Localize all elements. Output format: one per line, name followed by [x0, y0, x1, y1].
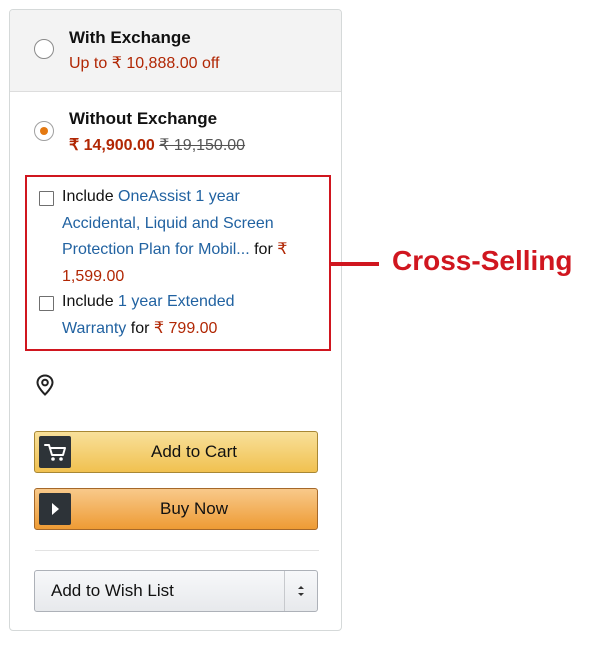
oneassist-link-line2[interactable]: Accidental, Liquid and Screen: [62, 215, 274, 232]
warranty-price: ₹ 799.00: [153, 319, 218, 337]
cross-sell-box: Include OneAssist 1 year Accidental, Liq…: [25, 175, 331, 351]
buy-now-label: Buy Now: [159, 499, 229, 518]
warranty-link-line1[interactable]: 1 year Extended: [118, 293, 235, 310]
with-exchange-discount: Up to ₹ 10,888.00 off: [69, 55, 220, 72]
without-exchange-title: Without Exchange: [69, 109, 218, 128]
add-to-cart-label: Add to Cart: [151, 442, 237, 461]
oneassist-offer: Include OneAssist 1 year Accidental, Liq…: [62, 184, 322, 290]
play-icon: [39, 493, 71, 525]
current-price: ₹ 14,900.00: [69, 137, 155, 154]
cross-selling-annotation: Cross-Selling: [392, 245, 573, 276]
add-to-wish-list-button[interactable]: Add to Wish List: [34, 570, 318, 612]
up-down-arrow-icon: [298, 586, 304, 596]
for-label: for: [254, 241, 273, 258]
wish-list-label: Add to Wish List: [51, 581, 174, 600]
without-exchange-radio[interactable]: [34, 121, 54, 141]
divider: [35, 550, 319, 551]
include-label: Include: [62, 188, 114, 205]
oneassist-link-line3[interactable]: Protection Plan for Mobil...: [62, 241, 250, 258]
cart-icon: [39, 436, 71, 468]
for-label: for: [130, 319, 150, 337]
oneassist-currency: ₹: [277, 241, 288, 258]
oneassist-checkbox[interactable]: [39, 191, 54, 206]
warranty-link-line2[interactable]: Warranty: [62, 320, 126, 337]
buy-now-button[interactable]: Buy Now: [34, 488, 318, 530]
original-price: ₹ 19,150.00: [159, 137, 246, 154]
oneassist-link-line1[interactable]: OneAssist 1 year: [118, 188, 240, 205]
warranty-checkbox[interactable]: [39, 296, 54, 311]
with-exchange-title: With Exchange: [69, 28, 191, 47]
include-label: Include: [62, 293, 114, 310]
oneassist-price: 1,599.00: [62, 267, 125, 285]
add-to-cart-button[interactable]: Add to Cart: [34, 431, 318, 473]
warranty-offer: Include 1 year Extended Warranty for ₹ 7…: [62, 289, 322, 342]
annotation-line: [331, 262, 379, 266]
with-exchange-radio[interactable]: [34, 39, 54, 59]
with-exchange-option[interactable]: With Exchange Up to ₹ 10,888.00 off: [10, 10, 341, 92]
wish-list-dropdown[interactable]: [285, 571, 317, 611]
price-row: ₹ 14,900.00 ₹ 19,150.00: [69, 135, 245, 155]
location-pin-icon[interactable]: [35, 374, 55, 396]
